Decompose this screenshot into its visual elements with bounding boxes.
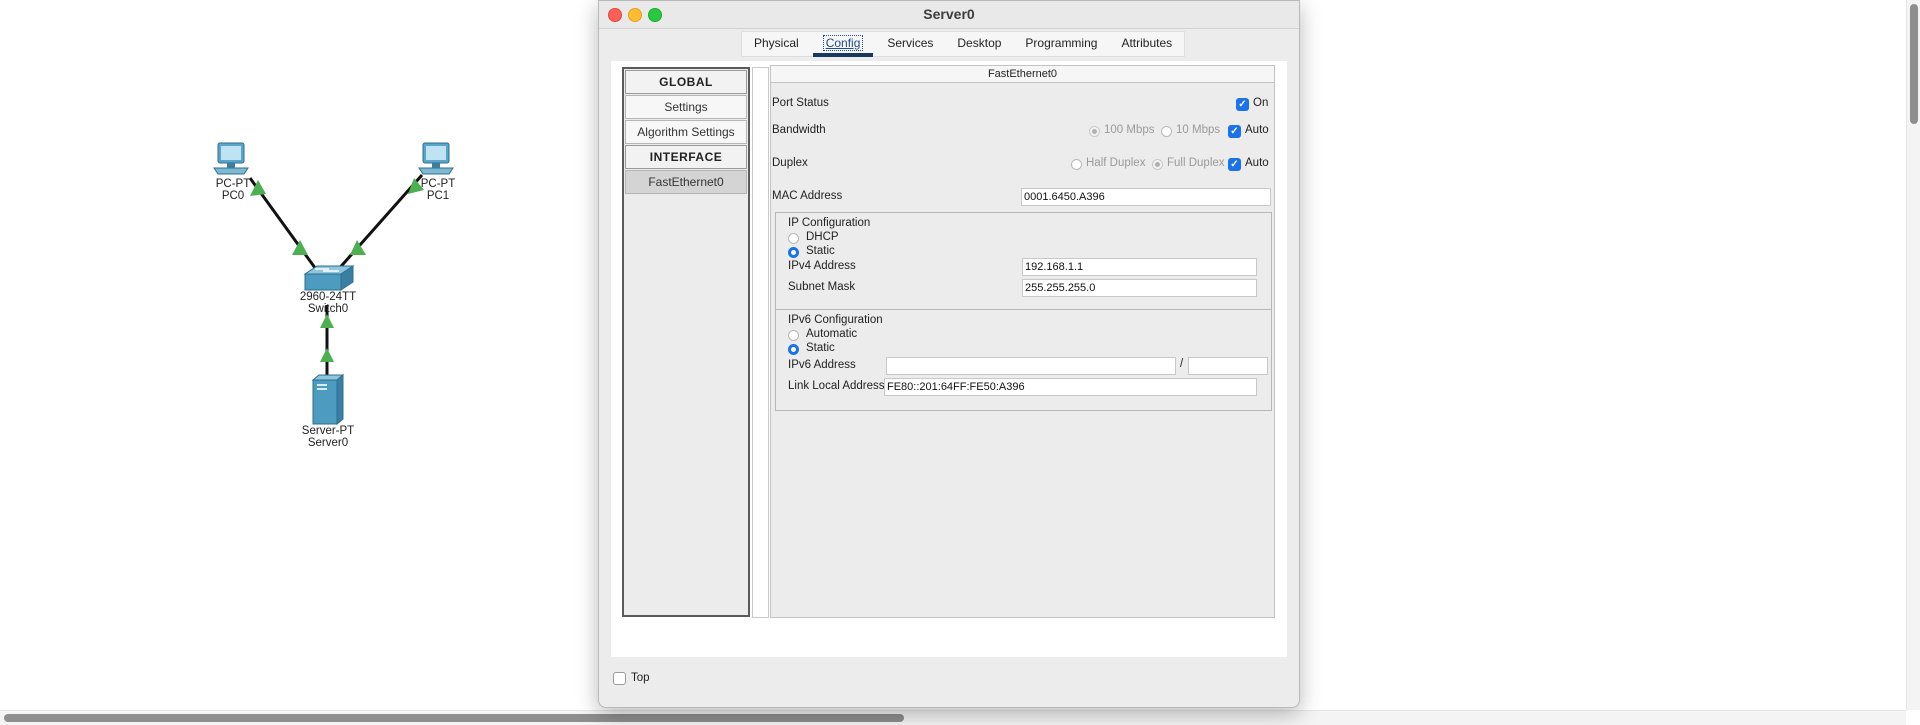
duplex-half-radio[interactable] [1071,159,1082,170]
horizontal-scroll-thumb[interactable] [4,714,904,722]
ipv6-group-label: IPv6 Configuration [788,314,883,326]
tab-services[interactable]: Services [875,32,945,56]
horizontal-scrollbar[interactable] [0,710,1906,725]
ipv4-dhcp-radio[interactable] [788,233,799,244]
link-up-indicator [320,348,334,362]
panel-title: FastEthernet0 [771,66,1274,83]
ipv6-address-label: IPv6 Address [788,359,856,371]
ipv4-dhcp-label: DHCP [806,231,839,243]
bandwidth-100-radio[interactable] [1089,126,1100,137]
duplex-full-radio[interactable] [1152,159,1163,170]
bandwidth-10-label: 10 Mbps [1176,124,1221,136]
pc1-icon[interactable] [417,142,457,178]
tab-config[interactable]: Config [811,32,876,57]
ipv4-group-label: IP Configuration [788,217,871,229]
bandwidth-auto-label: Auto [1245,124,1269,136]
bandwidth-auto-checkbox[interactable]: ✓ [1228,125,1241,138]
tab-physical[interactable]: Physical [742,32,811,56]
nav-item-fastethernet0[interactable]: FastEthernet0 [625,170,747,194]
switch-label: 2960-24TT Switch0 [299,291,357,315]
vertical-scroll-thumb[interactable] [1910,4,1918,124]
ipv4-config-group: IP Configuration DHCP Static IPv4 Addres… [775,212,1272,310]
ipv6-automatic-label: Automatic [806,328,858,340]
tab-bar: Physical Config Services Desktop Program… [741,31,1186,57]
bandwidth-label: Bandwidth [772,124,826,136]
subnet-mask-label: Subnet Mask [788,281,856,293]
mac-address-field[interactable]: 0001.6450.A396 [1021,188,1271,206]
window-title: Server0 [923,6,975,22]
ipv6-static-label: Static [806,342,835,354]
port-status-checkbox[interactable]: ✓ [1236,98,1249,111]
config-content: GLOBAL Settings Algorithm Settings INTER… [611,61,1287,657]
device-config-window: Server0 Physical Config Services Desktop… [598,0,1300,708]
switch-icon[interactable] [303,264,355,294]
ipv4-address-label: IPv4 Address [788,260,856,272]
server-icon[interactable] [309,374,345,426]
ipv6-static-radio[interactable] [788,344,799,355]
port-status-label: Port Status [772,97,829,109]
top-checkbox-label: Top [631,672,650,684]
tab-programming[interactable]: Programming [1013,32,1109,56]
ipv6-config-group: IPv6 Configuration Automatic Static IPv6… [775,309,1272,411]
tab-attributes[interactable]: Attributes [1109,32,1184,56]
link-up-indicator [320,314,334,328]
interface-panel: FastEthernet0 Port Status ✓ On Bandwidth… [770,65,1275,618]
ipv4-static-radio[interactable] [788,247,799,258]
ipv6-prefix-separator: / [1180,358,1184,370]
nav-scrollbar[interactable] [752,67,769,618]
nav-item-settings[interactable]: Settings [625,95,747,119]
pc0-icon[interactable] [212,142,252,178]
duplex-auto-label: Auto [1245,157,1269,169]
ipv4-address-field[interactable]: 192.168.1.1 [1022,258,1257,276]
duplex-auto-checkbox[interactable]: ✓ [1228,158,1241,171]
nav-item-algorithm-settings[interactable]: Algorithm Settings [625,120,747,144]
bandwidth-100-label: 100 Mbps [1104,124,1155,136]
vertical-scrollbar[interactable] [1906,0,1920,710]
duplex-full-label: Full Duplex [1167,157,1225,169]
link-local-field[interactable]: FE80::201:64FF:FE50:A396 [884,378,1257,396]
port-status-on-label: On [1253,97,1269,109]
duplex-label: Duplex [772,157,808,169]
ipv6-prefix-field[interactable] [1188,357,1268,375]
mac-address-label: MAC Address [772,190,843,202]
subnet-mask-field[interactable]: 255.255.255.0 [1022,279,1257,297]
top-checkbox[interactable] [613,672,626,685]
server-label: Server-PT Server0 [301,425,355,449]
link-local-label: Link Local Address: [788,380,888,392]
pc0-label: PC-PT PC0 [215,178,251,202]
window-titlebar[interactable]: Server0 [599,1,1299,29]
ipv6-address-field[interactable] [886,357,1176,375]
tab-desktop[interactable]: Desktop [945,32,1013,56]
ipv4-static-label: Static [806,245,835,257]
nav-header-interface: INTERFACE [625,145,747,169]
ipv6-automatic-radio[interactable] [788,330,799,341]
pc1-label: PC-PT PC1 [420,178,456,202]
config-nav: GLOBAL Settings Algorithm Settings INTER… [622,67,750,617]
nav-header-global: GLOBAL [625,70,747,94]
link-up-indicator [292,240,308,255]
bandwidth-10-radio[interactable] [1161,126,1172,137]
duplex-half-label: Half Duplex [1086,157,1146,169]
